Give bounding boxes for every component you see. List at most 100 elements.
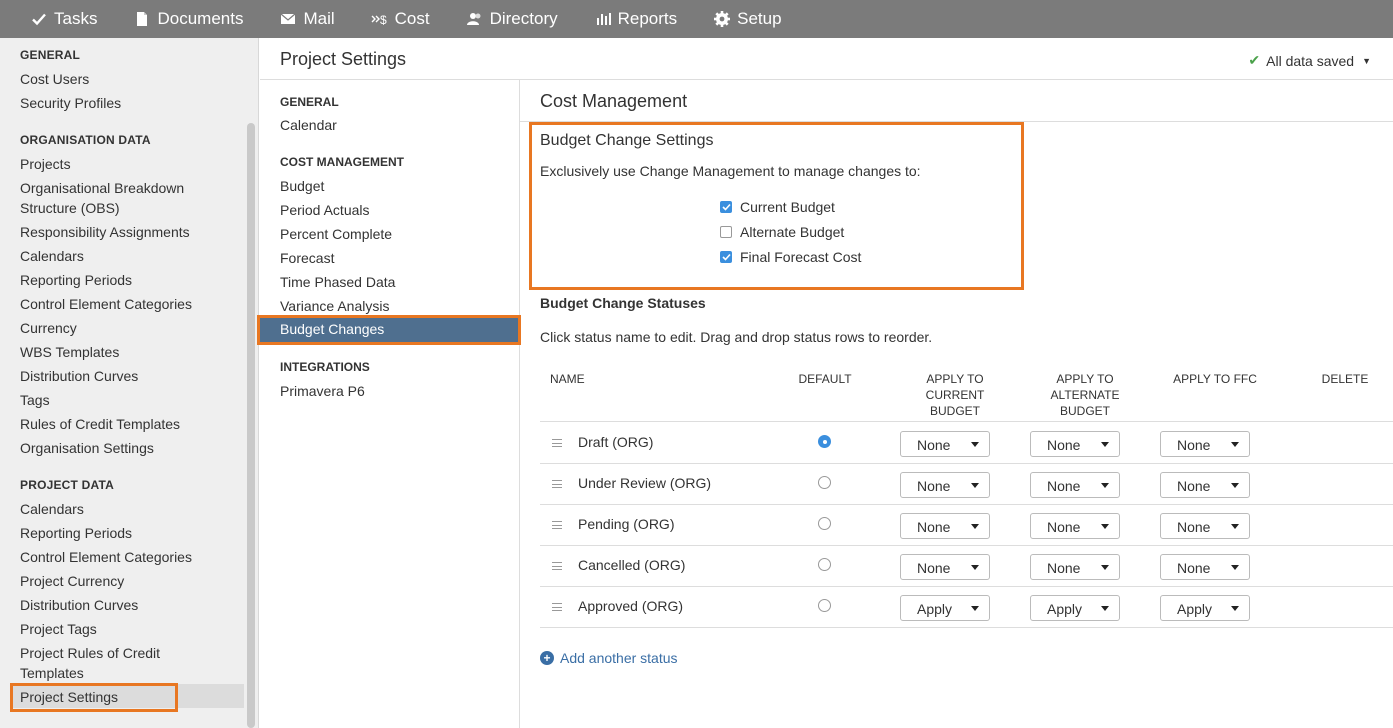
document-icon [133, 10, 151, 28]
bar-chart-icon [594, 10, 612, 28]
apply-current-select[interactable]: None [900, 513, 990, 539]
nav-documents[interactable]: Documents [133, 9, 243, 29]
sidebar-item-responsibility-assignments[interactable]: Responsibility Assignments [20, 222, 235, 242]
checkbox-final-forecast-cost-box[interactable] [720, 251, 732, 263]
apply-alternate-select[interactable]: Apply [1030, 595, 1120, 621]
default-radio[interactable] [818, 599, 831, 612]
apply-ffc-select[interactable]: None [1160, 554, 1250, 580]
apply-alternate-select[interactable]: None [1030, 472, 1120, 498]
apply-ffc-value: None [1177, 560, 1211, 576]
sidebar-item-projects[interactable]: Projects [20, 154, 235, 174]
apply-ffc-select[interactable]: None [1160, 513, 1250, 539]
status-name[interactable]: Pending (ORG) [578, 516, 674, 532]
nav-tasks[interactable]: Tasks [30, 9, 97, 29]
status-name[interactable]: Approved (ORG) [578, 598, 683, 614]
apply-current-select[interactable]: None [900, 554, 990, 580]
checkbox-alternate-budget[interactable]: Alternate Budget [720, 224, 844, 240]
checkbox-current-budget[interactable]: Current Budget [720, 199, 835, 215]
sidebar-item-cost-users[interactable]: Cost Users [20, 69, 235, 89]
settings-nav-section-integrations: INTEGRATIONS [280, 360, 370, 374]
status-name[interactable]: Under Review (ORG) [578, 475, 711, 491]
sidebar-item-currency[interactable]: Currency [20, 318, 235, 338]
checkbox-current-budget-box[interactable] [720, 201, 732, 213]
sidebar-item-security-profiles[interactable]: Security Profiles [20, 93, 235, 113]
nav-setup[interactable]: Setup [713, 9, 782, 29]
column-header-apply-current: APPLY TO CURRENT BUDGET [905, 371, 1005, 419]
nav-directory[interactable]: Directory [466, 9, 558, 29]
apply-alternate-value: None [1047, 560, 1081, 576]
sidebar-item-distribution-curves[interactable]: Distribution Curves [20, 366, 235, 386]
column-header-apply-ffc: APPLY TO FFC [1173, 372, 1257, 386]
apply-current-value: None [917, 437, 951, 453]
sidebar-item-calendars[interactable]: Calendars [20, 246, 235, 266]
sidebar-item-reporting-periods[interactable]: Reporting Periods [20, 270, 235, 290]
apply-ffc-select[interactable]: None [1160, 431, 1250, 457]
nav-cost[interactable]: $ Cost [371, 9, 430, 29]
sidebar-item-rules-of-credit-templates[interactable]: Rules of Credit Templates [20, 414, 235, 434]
column-header-apply-current-line1: APPLY TO [926, 372, 984, 386]
nav-reports[interactable]: Reports [594, 9, 677, 29]
drag-handle-icon[interactable] [552, 439, 562, 447]
apply-current-select[interactable]: None [900, 472, 990, 498]
caret-down-icon [1101, 606, 1109, 611]
sidebar-item-project-distribution-curves[interactable]: Distribution Curves [20, 595, 235, 615]
add-status-link[interactable]: + Add another status [540, 650, 678, 666]
row-divider [540, 545, 1393, 546]
sidebar-item-obs[interactable]: Organisational Breakdown Structure (OBS) [20, 178, 235, 218]
settings-nav-percent-complete[interactable]: Percent Complete [280, 226, 392, 242]
page-header: Project Settings ✔ All data saved ▼ [260, 38, 1393, 80]
apply-ffc-select[interactable]: None [1160, 472, 1250, 498]
sidebar-scrollbar[interactable] [247, 123, 255, 728]
sidebar-item-project-calendars[interactable]: Calendars [20, 499, 235, 519]
sidebar-item-project-currency[interactable]: Project Currency [20, 571, 235, 591]
status-name[interactable]: Cancelled (ORG) [578, 557, 685, 573]
default-radio[interactable] [818, 435, 831, 448]
default-radio[interactable] [818, 476, 831, 489]
sidebar-item-project-reporting-periods[interactable]: Reporting Periods [20, 523, 235, 543]
nav-mail[interactable]: Mail [279, 9, 335, 29]
column-header-apply-alternate-line3: BUDGET [1059, 404, 1110, 418]
checkbox-alternate-budget-box[interactable] [720, 226, 732, 238]
sidebar-item-control-element-categories[interactable]: Control Element Categories [20, 294, 235, 314]
caret-down-icon [971, 524, 979, 529]
checkbox-final-forecast-cost[interactable]: Final Forecast Cost [720, 249, 861, 265]
apply-ffc-value: Apply [1177, 601, 1213, 617]
add-status-label: Add another status [560, 650, 678, 666]
sidebar-item-wbs-templates[interactable]: WBS Templates [20, 342, 235, 362]
column-header-apply-alternate-line2: ALTERNATE [1050, 388, 1120, 402]
drag-handle-icon[interactable] [552, 521, 562, 529]
caret-down-icon [1101, 483, 1109, 488]
default-radio[interactable] [818, 517, 831, 530]
sidebar-item-tags[interactable]: Tags [20, 390, 235, 410]
sidebar-item-project-control-element-categories[interactable]: Control Element Categories [20, 547, 235, 567]
apply-alternate-select[interactable]: None [1030, 513, 1120, 539]
status-name[interactable]: Draft (ORG) [578, 434, 653, 450]
budget-change-settings-title: Budget Change Settings [540, 132, 714, 149]
settings-nav-calendar[interactable]: Calendar [280, 117, 337, 133]
settings-nav-budget[interactable]: Budget [280, 178, 324, 194]
caret-down-icon: ▼ [1362, 55, 1371, 66]
main-content: Cost Management Budget Change Settings E… [520, 80, 1393, 728]
drag-handle-icon[interactable] [552, 480, 562, 488]
settings-nav-time-phased-data[interactable]: Time Phased Data [280, 274, 395, 290]
apply-current-value: None [917, 519, 951, 535]
apply-current-select[interactable]: None [900, 431, 990, 457]
apply-current-select[interactable]: Apply [900, 595, 990, 621]
caret-down-icon [1231, 442, 1239, 447]
row-divider [540, 586, 1393, 587]
settings-nav-variance-analysis[interactable]: Variance Analysis [280, 298, 389, 314]
default-radio[interactable] [818, 558, 831, 571]
apply-alternate-select[interactable]: None [1030, 431, 1120, 457]
sidebar-item-project-tags[interactable]: Project Tags [20, 619, 235, 639]
apply-ffc-select[interactable]: Apply [1160, 595, 1250, 621]
drag-handle-icon[interactable] [552, 603, 562, 611]
settings-nav-primavera-p6[interactable]: Primavera P6 [280, 383, 365, 399]
sidebar-item-project-rules-of-credit[interactable]: Project Rules of Credit Templates [20, 643, 200, 683]
apply-alternate-select[interactable]: None [1030, 554, 1120, 580]
settings-nav-period-actuals[interactable]: Period Actuals [280, 202, 370, 218]
settings-nav-forecast[interactable]: Forecast [280, 250, 334, 266]
sidebar-item-organisation-settings[interactable]: Organisation Settings [20, 438, 235, 458]
save-status-dropdown[interactable]: ✔ All data saved ▼ [1248, 52, 1371, 69]
drag-handle-icon[interactable] [552, 562, 562, 570]
caret-down-icon [1231, 606, 1239, 611]
